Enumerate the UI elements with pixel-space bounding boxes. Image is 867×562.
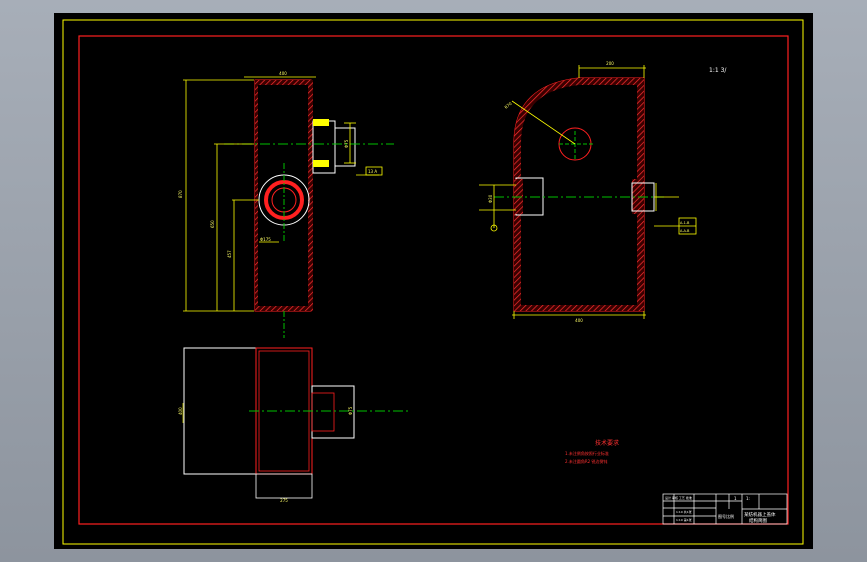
drawing-number: 图号比例 <box>718 513 734 519</box>
dim-side-radius: R70 <box>503 101 513 110</box>
cad-drawing-canvas[interactable]: 400 870 650 457 Φ175 Φ75 13 A 200 R70 40… <box>54 13 813 549</box>
dim-bottom-height: 400 <box>178 407 183 415</box>
title-row-3: 1:10 第1张 <box>676 517 692 522</box>
corner-annotation: 1:1 3/ <box>709 67 727 74</box>
title-row-2: 1:10 共1张 <box>676 509 692 514</box>
drawing-sheet: 400 870 650 457 Φ175 Φ75 13 A 200 R70 40… <box>62 19 804 545</box>
front-wall-top-hatch <box>255 80 311 85</box>
dim-side-bottom: 400 <box>575 318 583 323</box>
part-title: 某纺机器上盖体 <box>744 511 776 518</box>
scale-label: 1 <box>734 496 737 501</box>
front-wall-bottom-hatch <box>255 306 311 311</box>
dim-side-top: 200 <box>606 61 614 66</box>
dim-front-height: 870 <box>178 190 183 198</box>
callout-side-2: A-A-B <box>680 229 690 233</box>
note-1: 1.未注倒角按照行业标准 <box>565 450 609 456</box>
dim-front-top: 400 <box>279 71 287 76</box>
dim-side-boss: Φ30 <box>488 194 493 203</box>
notes-title: 技术要求 <box>595 439 619 447</box>
callout-side-1: A-1-B <box>680 221 690 225</box>
dim-boss-dia: Φ75 <box>344 139 349 148</box>
side-outline <box>513 77 645 312</box>
side-view: 200 R70 400 Φ30 A-1-B A-A-B <box>479 61 697 323</box>
dim-bottom-width: 275 <box>280 498 288 503</box>
bottom-view: 400 275 Φ75 <box>178 347 409 503</box>
side-wall-hatch <box>514 78 644 311</box>
outer-border <box>62 19 804 545</box>
sheet-label: 1: <box>746 496 750 501</box>
dim-bottom-boss: Φ75 <box>348 406 353 415</box>
title-row-1: 设计 审核 工艺 批准 <box>665 495 692 500</box>
inner-border <box>78 35 789 525</box>
part-subtitle: 结构简图 <box>749 517 767 524</box>
dim-front-low: 457 <box>227 250 232 258</box>
dim-front-hole: Φ175 <box>260 237 271 242</box>
callout-front: 13 A <box>368 169 377 174</box>
front-wall-left-hatch <box>255 80 258 311</box>
technical-notes: 技术要求 1.未注倒角按照行业标准 2.未注圆角R2 锐边倒钝 <box>565 439 619 464</box>
note-2: 2.未注圆角R2 锐边倒钝 <box>565 458 607 464</box>
dim-front-mid: 650 <box>210 220 215 228</box>
front-view: 400 870 650 457 Φ175 Φ75 13 A <box>178 71 394 338</box>
